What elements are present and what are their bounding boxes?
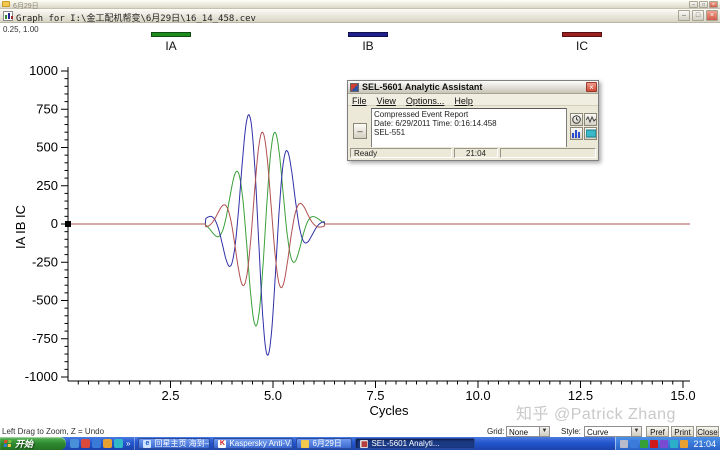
- waveform-plot[interactable]: 1000 750 500 250 0 -250 -500 -750 -1000 2.5 5.0 7.5…: [0, 9, 720, 450]
- x-tick-label: 7.5: [366, 388, 384, 403]
- folder-icon: [2, 1, 10, 7]
- watermark: 知乎 @Patrick Zhang: [516, 400, 676, 424]
- grid-select-value: None: [509, 428, 528, 437]
- y-tick-label: -250: [32, 254, 58, 269]
- chevron-more-icon[interactable]: »: [125, 439, 130, 448]
- internet-explorer-icon[interactable]: [92, 439, 101, 448]
- tray-icon-update[interactable]: [630, 440, 638, 448]
- display-panel-icon[interactable]: [584, 127, 597, 140]
- quick-launch-icon[interactable]: [81, 439, 90, 448]
- menu-options[interactable]: Options...: [406, 96, 445, 104]
- folder-icon: [301, 440, 309, 448]
- close-graph-button[interactable]: Close: [696, 426, 719, 437]
- quick-launch-icon[interactable]: [103, 439, 112, 448]
- style-select-value: Curve: [587, 428, 608, 437]
- pref-button[interactable]: Pref: [646, 426, 669, 437]
- bar-chart-icon[interactable]: [570, 127, 583, 140]
- series-IA: [68, 132, 690, 326]
- print-button[interactable]: Print: [671, 426, 694, 437]
- x-axis-title: Cycles: [369, 403, 409, 418]
- x-tick-label: 10.0: [465, 388, 490, 403]
- close-icon[interactable]: ×: [586, 82, 597, 92]
- task-button-label: 6月29日: [312, 438, 341, 449]
- style-select[interactable]: Curve ▼: [584, 426, 642, 437]
- tray-icon-volume[interactable]: [680, 440, 688, 448]
- system-tray: 21:04: [615, 437, 720, 450]
- minimize-icon[interactable]: –: [689, 1, 698, 8]
- y-axis-title: IA IB IC: [13, 205, 28, 249]
- chevron-down-icon[interactable]: ▼: [539, 427, 549, 436]
- maximize-icon[interactable]: □: [699, 1, 708, 8]
- sel-app-icon: [350, 83, 359, 92]
- taskbar: 开始 » e 回星主页 海到—... K Kaspersky Anti-V...…: [0, 437, 720, 450]
- task-button-label: 回星主页 海到—...: [154, 438, 210, 449]
- style-label: Style:: [561, 427, 581, 436]
- y-tick-label: 750: [36, 101, 58, 116]
- kaspersky-icon: K: [218, 440, 226, 448]
- y-tick-label: 0: [51, 216, 58, 231]
- task-button-kaspersky[interactable]: K Kaspersky Anti-V...: [213, 438, 293, 449]
- status-ready: Ready: [350, 148, 452, 158]
- close-icon[interactable]: ×: [709, 1, 718, 8]
- y-tick-label: 250: [36, 178, 58, 193]
- drag-zoom-hint: Left Drag to Zoom, Z = Undo: [2, 427, 104, 436]
- grid-label: Grid:: [487, 427, 504, 436]
- dialog-body: – Compressed Event Report Date: 6/29/201…: [348, 106, 598, 149]
- report-line: SEL-551: [374, 128, 564, 137]
- event-report-list[interactable]: Compressed Event Report Date: 6/29/2011 …: [371, 108, 567, 148]
- start-button-label: 开始: [15, 437, 33, 450]
- task-button-folder[interactable]: 6月29日: [296, 438, 352, 449]
- tray-icon-kaspersky[interactable]: [650, 440, 658, 448]
- dialog-statusbar: Ready 21:04: [349, 147, 597, 159]
- grid-select[interactable]: None ▼: [506, 426, 550, 437]
- y-tick-label: 500: [36, 140, 58, 155]
- waveform-icon[interactable]: [584, 113, 597, 126]
- dialog-title: SEL-5601 Analytic Assistant: [362, 82, 482, 92]
- dialog-menubar: File View Options... Help: [348, 94, 598, 106]
- tray-icon-shield[interactable]: [640, 440, 648, 448]
- task-button-sel5601[interactable]: ▦ SEL-5601 Analyti...: [355, 438, 475, 449]
- chevron-down-icon[interactable]: ▼: [631, 427, 641, 436]
- dialog-tool-buttons: [570, 113, 597, 140]
- graph-window: Graph for I:\金工配机帮变\6月29日\16_14_458.cev …: [0, 9, 720, 450]
- dialog-titlebar[interactable]: SEL-5601 Analytic Assistant ×: [348, 81, 598, 94]
- tray-icon-im[interactable]: [660, 440, 668, 448]
- y-tick-label: -1000: [25, 369, 58, 384]
- internet-explorer-icon: e: [143, 440, 151, 448]
- y-tick-label: -500: [32, 293, 58, 308]
- tray-icon-network[interactable]: [670, 440, 678, 448]
- tray-icon-printer[interactable]: [620, 440, 628, 448]
- report-line: Date: 6/29/2011 Time: 0:16:14.458: [374, 119, 564, 128]
- desktop-screen: 6月29日 – □ × Graph for I:\金工配机帮变\6月29日\16…: [0, 0, 720, 450]
- collapse-button[interactable]: –: [353, 123, 367, 139]
- quick-launch-bar: »: [66, 437, 135, 450]
- y-tick-label: 1000: [29, 63, 58, 78]
- taskbar-clock: 21:04: [690, 439, 716, 449]
- show-desktop-icon[interactable]: [70, 439, 79, 448]
- sel-app-icon: ▦: [360, 440, 368, 448]
- trace-start-marker: [65, 221, 71, 227]
- menu-help[interactable]: Help: [454, 96, 473, 104]
- status-extra: [500, 148, 596, 158]
- x-tick-label: 2.5: [161, 388, 179, 403]
- background-folder-window[interactable]: 6月29日 – □ ×: [0, 0, 720, 9]
- status-time: 21:04: [454, 148, 498, 158]
- task-button-label: Kaspersky Anti-V...: [229, 439, 293, 448]
- task-button-label: SEL-5601 Analyti...: [371, 439, 439, 448]
- y-tick-label: -750: [32, 331, 58, 346]
- windows-logo-icon: [4, 440, 13, 448]
- clock-icon[interactable]: [570, 113, 583, 126]
- media-player-icon[interactable]: [114, 439, 123, 448]
- x-tick-label: 5.0: [264, 388, 282, 403]
- menu-file[interactable]: File: [352, 96, 367, 104]
- task-button-browser[interactable]: e 回星主页 海到—...: [138, 438, 210, 449]
- report-line: Compressed Event Report: [374, 110, 564, 119]
- sel5601-dialog[interactable]: SEL-5601 Analytic Assistant × File View …: [347, 80, 599, 161]
- start-button[interactable]: 开始: [0, 437, 66, 450]
- menu-view[interactable]: View: [377, 96, 396, 104]
